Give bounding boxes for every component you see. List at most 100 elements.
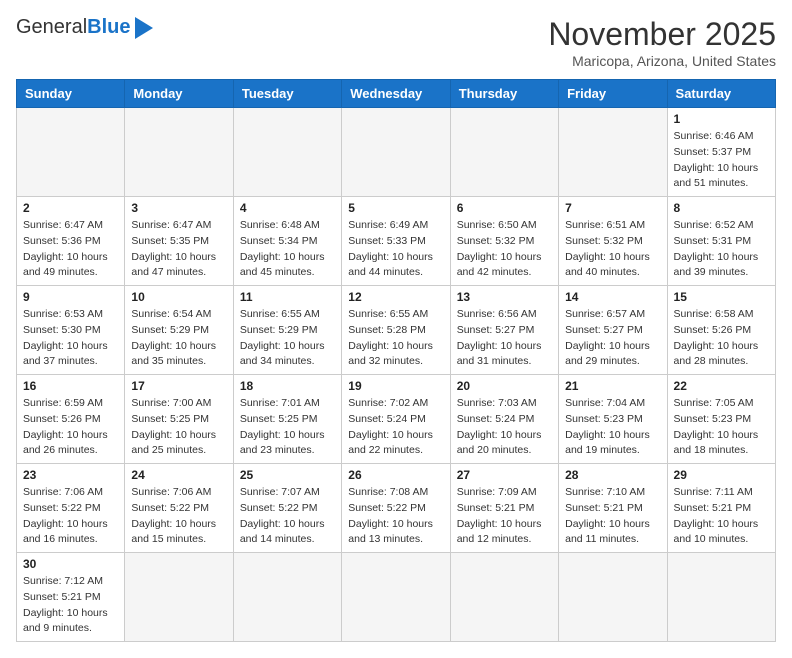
day-number: 21 xyxy=(565,379,660,393)
day-number: 16 xyxy=(23,379,118,393)
logo-general-text: General xyxy=(16,16,87,38)
day-number: 22 xyxy=(674,379,769,393)
day-info: Sunrise: 6:46 AMSunset: 5:37 PMDaylight:… xyxy=(674,129,769,192)
day-number: 9 xyxy=(23,290,118,304)
day-info: Sunrise: 7:08 AMSunset: 5:22 PMDaylight:… xyxy=(348,485,443,548)
day-number: 6 xyxy=(457,201,552,215)
day-info: Sunrise: 6:49 AMSunset: 5:33 PMDaylight:… xyxy=(348,218,443,281)
calendar-cell: 29 Sunrise: 7:11 AMSunset: 5:21 PMDayligh… xyxy=(667,464,775,553)
calendar-cell: 20Sunrise: 7:03 AMSunset: 5:24 PMDayligh… xyxy=(450,375,558,464)
calendar-cell xyxy=(342,553,450,642)
day-info: Sunrise: 7:11 AMSunset: 5:21 PMDaylight:… xyxy=(674,485,769,548)
logo-blue-text: Blue xyxy=(87,16,130,38)
day-number: 12 xyxy=(348,290,443,304)
calendar-cell: 14 Sunrise: 6:57 AMSunset: 5:27 PMDayligh… xyxy=(559,286,667,375)
day-info: Sunrise: 7:07 AMSunset: 5:22 PMDaylight:… xyxy=(240,485,335,548)
day-number: 1 xyxy=(674,112,769,126)
calendar-cell: 8Sunrise: 6:52 AMSunset: 5:31 PMDaylight… xyxy=(667,197,775,286)
day-number: 29 xyxy=(674,468,769,482)
day-number: 26 xyxy=(348,468,443,482)
calendar-cell: 27 Sunrise: 7:09 AMSunset: 5:21 PMDayligh… xyxy=(450,464,558,553)
calendar-cell xyxy=(342,108,450,197)
col-header-wednesday: Wednesday xyxy=(342,80,450,108)
day-info: Sunrise: 6:55 AMSunset: 5:28 PMDaylight:… xyxy=(348,307,443,370)
calendar-cell: 6 Sunrise: 6:50 AMSunset: 5:32 PMDaylight… xyxy=(450,197,558,286)
calendar-header-row: SundayMondayTuesdayWednesdayThursdayFrid… xyxy=(17,80,776,108)
calendar-cell: 16 Sunrise: 6:59 AMSunset: 5:26 PMDayligh… xyxy=(17,375,125,464)
day-number: 28 xyxy=(565,468,660,482)
day-number: 30 xyxy=(23,557,118,571)
calendar-cell: 24 Sunrise: 7:06 AMSunset: 5:22 PMDayligh… xyxy=(125,464,233,553)
day-info: Sunrise: 7:10 AMSunset: 5:21 PMDaylight:… xyxy=(565,485,660,548)
day-number: 11 xyxy=(240,290,335,304)
calendar-cell xyxy=(559,108,667,197)
day-number: 3 xyxy=(131,201,226,215)
calendar-cell: 3 Sunrise: 6:47 AMSunset: 5:35 PMDaylight… xyxy=(125,197,233,286)
calendar-cell: 25 Sunrise: 7:07 AMSunset: 5:22 PMDayligh… xyxy=(233,464,341,553)
location-subtitle: Maricopa, Arizona, United States xyxy=(548,53,776,69)
calendar-cell: 11 Sunrise: 6:55 AMSunset: 5:29 PMDayligh… xyxy=(233,286,341,375)
day-info: Sunrise: 6:47 AMSunset: 5:35 PMDaylight:… xyxy=(131,218,226,281)
calendar-cell xyxy=(17,108,125,197)
calendar-cell: 15Sunrise: 6:58 AMSunset: 5:26 PMDayligh… xyxy=(667,286,775,375)
day-number: 14 xyxy=(565,290,660,304)
calendar-cell xyxy=(125,553,233,642)
day-number: 25 xyxy=(240,468,335,482)
day-number: 8 xyxy=(674,201,769,215)
col-header-friday: Friday xyxy=(559,80,667,108)
logo: GeneralBlue xyxy=(16,16,153,39)
day-info: Sunrise: 6:54 AMSunset: 5:29 PMDaylight:… xyxy=(131,307,226,370)
calendar-cell: 23 Sunrise: 7:06 AMSunset: 5:22 PMDayligh… xyxy=(17,464,125,553)
calendar-cell: 28 Sunrise: 7:10 AMSunset: 5:21 PMDayligh… xyxy=(559,464,667,553)
day-number: 24 xyxy=(131,468,226,482)
day-info: Sunrise: 6:55 AMSunset: 5:29 PMDaylight:… xyxy=(240,307,335,370)
calendar-cell: 21 Sunrise: 7:04 AMSunset: 5:23 PMDayligh… xyxy=(559,375,667,464)
calendar-cell: 5 Sunrise: 6:49 AMSunset: 5:33 PMDaylight… xyxy=(342,197,450,286)
calendar-cell: 13Sunrise: 6:56 AMSunset: 5:27 PMDayligh… xyxy=(450,286,558,375)
calendar-week-row: 2Sunrise: 6:47 AMSunset: 5:36 PMDaylight… xyxy=(17,197,776,286)
month-title: November 2025 xyxy=(548,16,776,53)
calendar-week-row: 1 Sunrise: 6:46 AMSunset: 5:37 PMDaylight… xyxy=(17,108,776,197)
day-info: Sunrise: 7:05 AMSunset: 5:23 PMDaylight:… xyxy=(674,396,769,459)
calendar-cell: 22 Sunrise: 7:05 AMSunset: 5:23 PMDayligh… xyxy=(667,375,775,464)
day-number: 13 xyxy=(457,290,552,304)
calendar-week-row: 9 Sunrise: 6:53 AMSunset: 5:30 PMDaylight… xyxy=(17,286,776,375)
day-info: Sunrise: 7:09 AMSunset: 5:21 PMDaylight:… xyxy=(457,485,552,548)
day-number: 19 xyxy=(348,379,443,393)
day-number: 10 xyxy=(131,290,226,304)
calendar-cell: 19 Sunrise: 7:02 AMSunset: 5:24 PMDayligh… xyxy=(342,375,450,464)
calendar-cell: 4Sunrise: 6:48 AMSunset: 5:34 PMDaylight… xyxy=(233,197,341,286)
day-info: Sunrise: 7:06 AMSunset: 5:22 PMDaylight:… xyxy=(131,485,226,548)
day-info: Sunrise: 6:50 AMSunset: 5:32 PMDaylight:… xyxy=(457,218,552,281)
day-info: Sunrise: 7:06 AMSunset: 5:22 PMDaylight:… xyxy=(23,485,118,548)
calendar-cell: 1 Sunrise: 6:46 AMSunset: 5:37 PMDaylight… xyxy=(667,108,775,197)
day-info: Sunrise: 6:59 AMSunset: 5:26 PMDaylight:… xyxy=(23,396,118,459)
calendar-cell xyxy=(450,108,558,197)
day-info: Sunrise: 6:57 AMSunset: 5:27 PMDaylight:… xyxy=(565,307,660,370)
day-number: 5 xyxy=(348,201,443,215)
calendar-cell xyxy=(559,553,667,642)
day-info: Sunrise: 7:02 AMSunset: 5:24 PMDaylight:… xyxy=(348,396,443,459)
calendar-cell: 12 Sunrise: 6:55 AMSunset: 5:28 PMDayligh… xyxy=(342,286,450,375)
day-info: Sunrise: 6:51 AMSunset: 5:32 PMDaylight:… xyxy=(565,218,660,281)
calendar-cell: 30Sunrise: 7:12 AMSunset: 5:21 PMDayligh… xyxy=(17,553,125,642)
page-header: GeneralBlue November 2025 Maricopa, Ariz… xyxy=(16,16,776,69)
calendar-cell: 10 Sunrise: 6:54 AMSunset: 5:29 PMDayligh… xyxy=(125,286,233,375)
calendar-cell xyxy=(233,553,341,642)
col-header-tuesday: Tuesday xyxy=(233,80,341,108)
day-number: 27 xyxy=(457,468,552,482)
day-number: 20 xyxy=(457,379,552,393)
calendar-week-row: 30Sunrise: 7:12 AMSunset: 5:21 PMDayligh… xyxy=(17,553,776,642)
day-info: Sunrise: 7:04 AMSunset: 5:23 PMDaylight:… xyxy=(565,396,660,459)
day-number: 23 xyxy=(23,468,118,482)
day-info: Sunrise: 6:58 AMSunset: 5:26 PMDaylight:… xyxy=(674,307,769,370)
calendar-table: SundayMondayTuesdayWednesdayThursdayFrid… xyxy=(16,79,776,642)
day-info: Sunrise: 7:00 AMSunset: 5:25 PMDaylight:… xyxy=(131,396,226,459)
calendar-week-row: 16 Sunrise: 6:59 AMSunset: 5:26 PMDayligh… xyxy=(17,375,776,464)
day-info: Sunrise: 6:53 AMSunset: 5:30 PMDaylight:… xyxy=(23,307,118,370)
calendar-cell: 9 Sunrise: 6:53 AMSunset: 5:30 PMDaylight… xyxy=(17,286,125,375)
day-number: 4 xyxy=(240,201,335,215)
day-number: 17 xyxy=(131,379,226,393)
col-header-thursday: Thursday xyxy=(450,80,558,108)
day-info: Sunrise: 7:01 AMSunset: 5:25 PMDaylight:… xyxy=(240,396,335,459)
